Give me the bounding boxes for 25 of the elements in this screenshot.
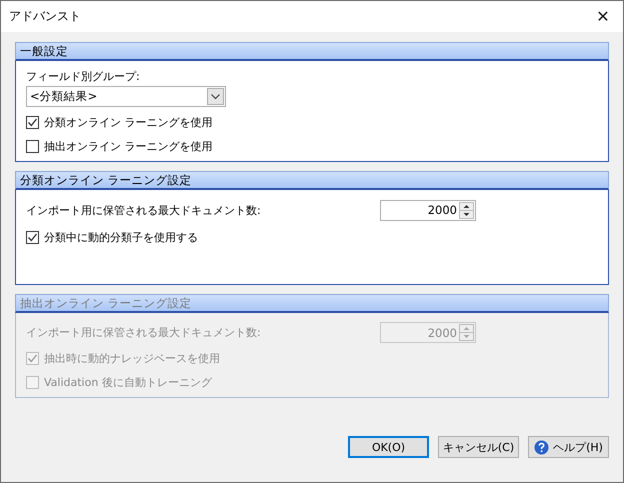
section-header: 抽出オンライン ラーニング設定: [15, 294, 609, 313]
help-button[interactable]: ヘルプ(H): [528, 436, 609, 458]
section-header: 一般設定: [15, 42, 609, 61]
checkbox[interactable]: [26, 140, 39, 152]
checkbox-label: 抽出時に動的ナレッジベースを使用: [44, 351, 220, 366]
field-label: インポート用に保管される最大ドキュメント数:: [26, 202, 261, 218]
checkbox-label: 分類中に動的分類子を使用する: [44, 230, 198, 244]
window-title: アドバンスト: [9, 8, 81, 25]
help-icon: [534, 440, 550, 454]
ok-button[interactable]: OK(O): [348, 436, 429, 458]
up-down-arrows-icon: [459, 324, 474, 342]
field-label: インポート用に保管される最大ドキュメント数:: [26, 325, 261, 340]
up-down-arrows-icon: [459, 202, 474, 218]
checkbox-label: 分類オンライン ラーニングを使用: [44, 114, 212, 130]
checkbox[interactable]: [26, 230, 39, 244]
chevron-down-icon: [207, 88, 224, 105]
cancel-button[interactable]: キャンセル(C): [438, 436, 519, 458]
field-label: フィールド別グループ:: [26, 69, 141, 84]
group-dropdown[interactable]: <分類結果>: [26, 86, 226, 107]
checkbox-label: 抽出オンライン ラーニングを使用: [44, 138, 212, 154]
number-spinner[interactable]: 2000: [380, 200, 476, 220]
section-header: 分類オンライン ラーニング設定: [15, 171, 609, 190]
checkbox[interactable]: [26, 116, 39, 128]
close-button[interactable]: ✕: [583, 1, 623, 32]
checkbox-label: Validation 後に自動トレーニング: [44, 374, 212, 390]
